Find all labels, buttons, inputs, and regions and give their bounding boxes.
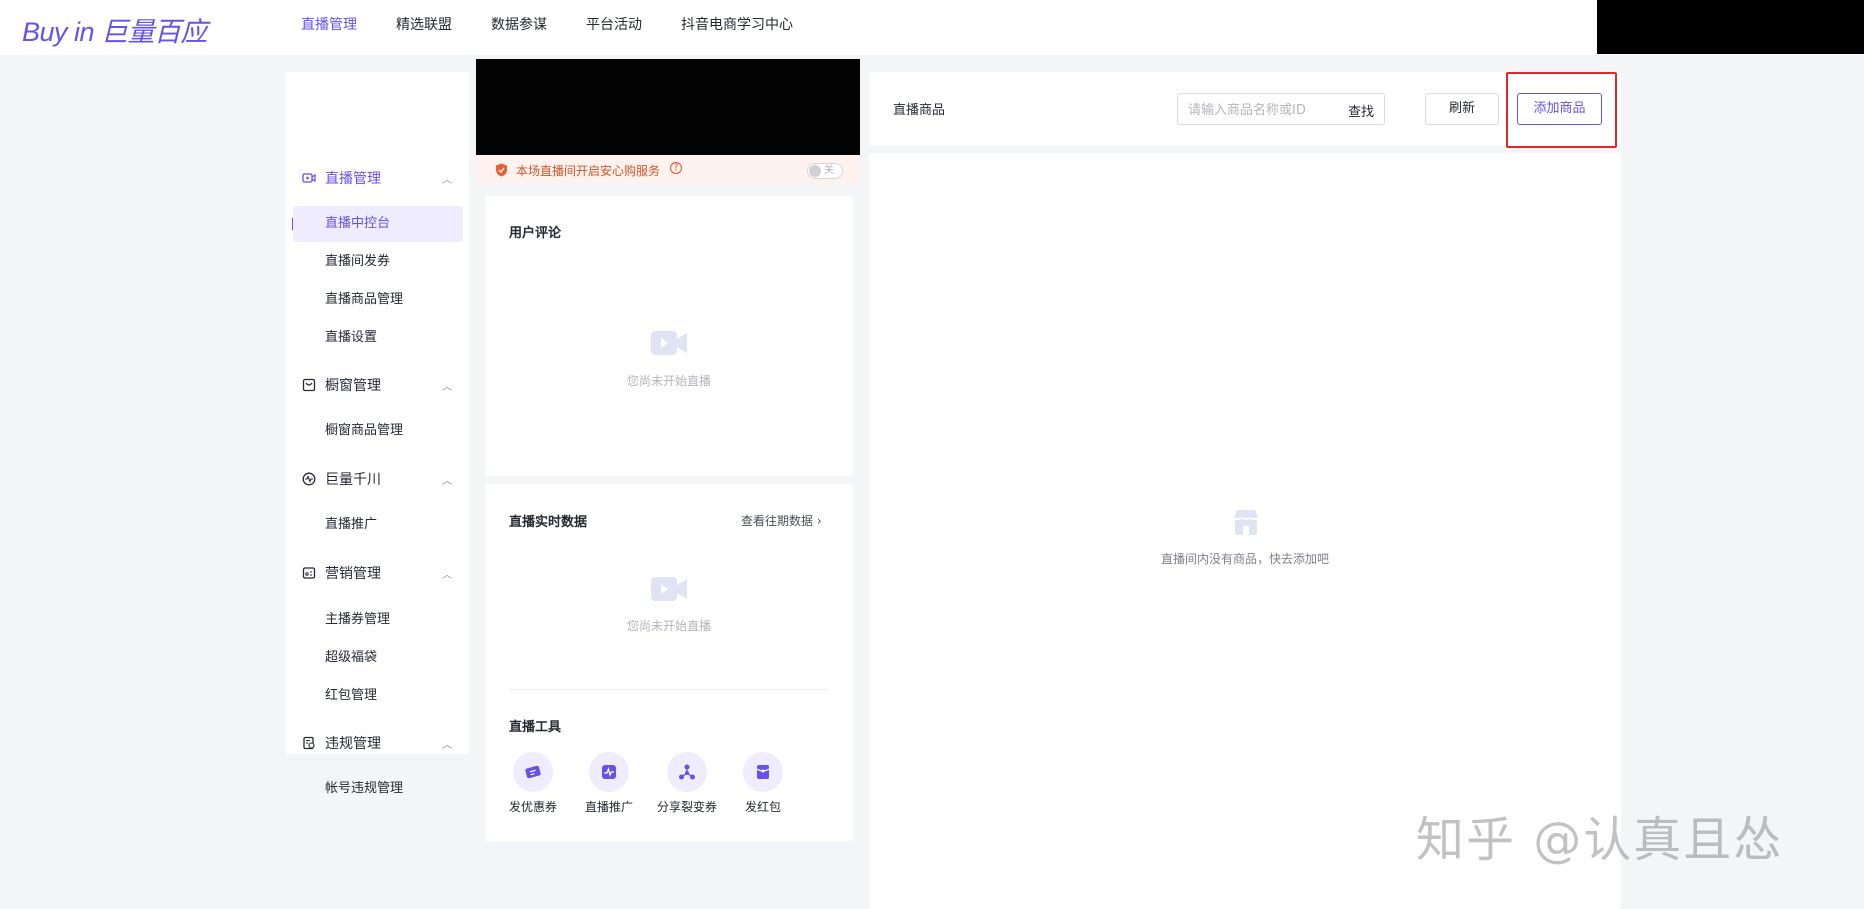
nav-data-advisor[interactable]: 数据参谋 bbox=[491, 15, 547, 35]
red-envelope-icon bbox=[756, 765, 770, 779]
tool-live-promotion[interactable]: 直播推广 bbox=[574, 752, 644, 815]
refresh-button[interactable]: 刷新 bbox=[1425, 93, 1499, 125]
share-split-icon bbox=[679, 764, 695, 780]
sidebar-group-label: 违规管理 bbox=[325, 736, 381, 752]
sidebar-group-marketing[interactable]: 营销管理 ︿ bbox=[285, 561, 469, 585]
divider bbox=[509, 689, 829, 690]
top-nav: 直播管理 精选联盟 数据参谋 平台活动 抖音电商学习中心 bbox=[301, 15, 832, 35]
sidebar: 直播管理 ︿ 直播中控台 直播间发券 直播商品管理 直播设置 橱窗管理 ︿ 橱窗… bbox=[285, 72, 469, 796]
live-camera-icon bbox=[302, 173, 316, 183]
video-camera-empty-icon bbox=[651, 577, 687, 601]
realtime-empty-text: 您尚未开始直播 bbox=[626, 619, 712, 633]
sidebar-item-red-packet[interactable]: 红包管理 bbox=[293, 678, 463, 714]
products-toolbar: 直播商品 查找 刷新 添加商品 bbox=[869, 72, 1621, 145]
comments-title: 用户评论 bbox=[509, 226, 562, 241]
nav-live-management[interactable]: 直播管理 bbox=[301, 15, 357, 35]
tool-share-split-coupon[interactable]: 分享裂变券 bbox=[652, 752, 722, 815]
redacted-account-area bbox=[1597, 0, 1864, 54]
tool-label: 直播推广 bbox=[584, 800, 633, 814]
pulse-circle-icon bbox=[302, 472, 316, 486]
add-product-button[interactable]: 添加商品 bbox=[1517, 93, 1602, 125]
product-search-box: 查找 bbox=[1177, 93, 1385, 125]
store-empty-icon bbox=[1233, 510, 1259, 535]
products-empty-text: 直播间内没有商品，快去添加吧 bbox=[1160, 552, 1330, 566]
sidebar-group-label: 营销管理 bbox=[325, 566, 381, 582]
realtime-title: 直播实时数据 bbox=[509, 515, 588, 530]
nav-platform-activities[interactable]: 平台活动 bbox=[586, 15, 642, 35]
sidebar-item-live-settings[interactable]: 直播设置 bbox=[293, 320, 463, 356]
violation-doc-icon bbox=[303, 736, 315, 750]
promote-chart-icon bbox=[602, 765, 616, 779]
buyin-logo[interactable]: Buy in 巨量百应 bbox=[22, 10, 208, 49]
tools-title: 直播工具 bbox=[509, 720, 562, 735]
coupon-icon bbox=[525, 765, 541, 779]
sidebar-item-live-console[interactable]: 直播中控台 bbox=[293, 206, 463, 242]
sidebar-group-label: 直播管理 bbox=[325, 171, 381, 187]
assurance-notice-bar: 本场直播间开启安心购服务 ? 关 bbox=[476, 155, 860, 184]
chevron-right-icon: › bbox=[816, 514, 822, 528]
product-search-input[interactable] bbox=[1188, 100, 1338, 120]
chevron-up-icon: ︿ bbox=[442, 739, 452, 751]
sidebar-item-live-coupon[interactable]: 直播间发券 bbox=[293, 244, 463, 280]
shield-icon bbox=[496, 163, 507, 177]
sidebar-group-window[interactable]: 橱窗管理 ︿ bbox=[285, 373, 469, 397]
nav-learning-center[interactable]: 抖音电商学习中心 bbox=[681, 15, 793, 35]
tool-send-coupon[interactable]: 发优惠券 bbox=[498, 752, 568, 815]
comments-empty-text: 您尚未开始直播 bbox=[626, 374, 712, 388]
sidebar-group-qianchuan[interactable]: 巨量千川 ︿ bbox=[285, 467, 469, 491]
sidebar-item-account-violations[interactable]: 帐号违规管理 bbox=[293, 771, 463, 807]
history-data-link-label: 查看往期数据 bbox=[741, 514, 814, 528]
products-title: 直播商品 bbox=[893, 103, 946, 118]
sidebar-item-live-promotion[interactable]: 直播推广 bbox=[293, 507, 463, 543]
sidebar-item-anchor-coupons[interactable]: 主播券管理 bbox=[293, 602, 463, 638]
nav-selected-alliance[interactable]: 精选联盟 bbox=[396, 15, 452, 35]
history-data-link[interactable]: 查看往期数据 › bbox=[741, 512, 822, 529]
comments-card: 用户评论 您尚未开始直播 bbox=[485, 196, 853, 476]
toggle-label: 关 bbox=[824, 165, 834, 176]
top-navbar: Buy in 巨量百应 直播管理 精选联盟 数据参谋 平台活动 抖音电商学习中心 bbox=[0, 0, 1864, 55]
tool-send-red-envelope[interactable]: 发红包 bbox=[728, 752, 798, 815]
products-list-area: 直播间内没有商品，快去添加吧 bbox=[869, 153, 1621, 909]
tool-label: 发优惠券 bbox=[508, 800, 557, 814]
sidebar-item-window-products[interactable]: 橱窗商品管理 bbox=[293, 413, 463, 449]
video-camera-empty-icon bbox=[651, 331, 687, 355]
coupon-box-icon bbox=[302, 567, 316, 579]
search-button[interactable]: 查找 bbox=[1348, 101, 1374, 120]
chevron-up-icon: ︿ bbox=[442, 569, 452, 581]
sidebar-group-live[interactable]: 直播管理 ︿ bbox=[285, 166, 469, 190]
tool-label: 分享裂变券 bbox=[656, 800, 717, 814]
assurance-notice-text: 本场直播间开启安心购服务 bbox=[516, 164, 661, 178]
help-icon[interactable]: ? bbox=[670, 162, 682, 174]
sidebar-group-label: 巨量千川 bbox=[325, 472, 381, 488]
tool-label: 发红包 bbox=[744, 800, 781, 814]
shop-window-icon bbox=[302, 378, 316, 392]
toggle-knob bbox=[809, 165, 821, 177]
zhihu-watermark: 知乎 @认真且怂 bbox=[1416, 812, 1784, 868]
assurance-toggle[interactable]: 关 bbox=[807, 163, 843, 179]
sidebar-item-super-lucky-bag[interactable]: 超级福袋 bbox=[293, 640, 463, 676]
sidebar-group-label: 橱窗管理 bbox=[325, 378, 381, 394]
chevron-up-icon: ︿ bbox=[442, 174, 452, 186]
sidebar-item-live-products[interactable]: 直播商品管理 bbox=[293, 282, 463, 318]
chevron-up-icon: ︿ bbox=[442, 381, 452, 393]
chevron-up-icon: ︿ bbox=[442, 475, 452, 487]
live-video-preview bbox=[476, 59, 860, 155]
realtime-data-card: 直播实时数据 查看往期数据 › 您尚未开始直播 直播工具 发优惠券 直播推广 分… bbox=[485, 484, 853, 841]
sidebar-group-violation[interactable]: 违规管理 ︿ bbox=[285, 731, 469, 755]
